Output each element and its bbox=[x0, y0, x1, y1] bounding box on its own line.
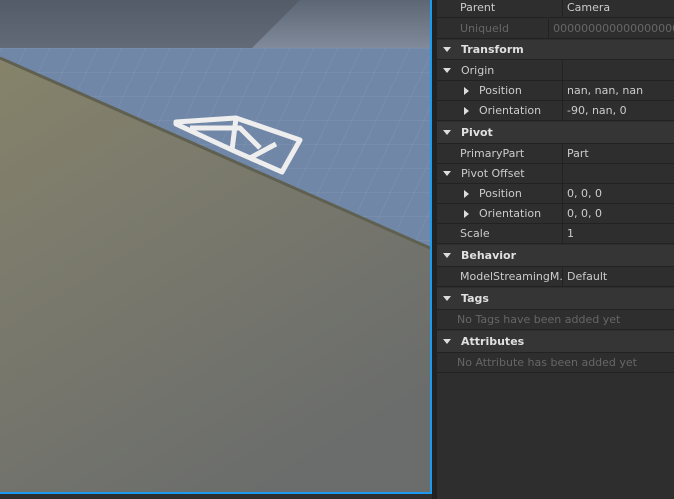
properties-panel: Parent Camera UniqueId 00000000000000000… bbox=[437, 0, 674, 499]
prop-name: PrimaryPart bbox=[437, 144, 563, 163]
section-label: Tags bbox=[461, 292, 489, 305]
section-label: Attributes bbox=[461, 335, 525, 348]
prop-name: Orientation bbox=[437, 101, 563, 120]
prop-label: Orientation bbox=[479, 104, 542, 117]
prop-label: Position bbox=[479, 187, 522, 200]
collapse-icon[interactable] bbox=[443, 68, 451, 73]
prop-label: Position bbox=[479, 84, 522, 97]
section-label: Transform bbox=[461, 43, 524, 56]
collapse-icon[interactable] bbox=[443, 171, 451, 176]
expand-icon[interactable] bbox=[464, 189, 469, 198]
prop-name: Pivot Offset bbox=[437, 164, 563, 183]
prop-name: Origin bbox=[437, 61, 563, 80]
section-tags[interactable]: Tags bbox=[437, 288, 674, 310]
prop-origin[interactable]: Origin bbox=[437, 61, 674, 81]
prop-name: Position bbox=[437, 81, 563, 100]
prop-name: Scale bbox=[437, 224, 563, 243]
section-transform[interactable]: Transform bbox=[437, 40, 674, 60]
section-behavior[interactable]: Behavior bbox=[437, 245, 674, 267]
prop-model-streaming-mode[interactable]: ModelStreamingM... Default bbox=[437, 267, 674, 287]
prop-name: ModelStreamingM... bbox=[437, 267, 563, 286]
prop-value[interactable]: Camera bbox=[563, 1, 610, 14]
expand-icon[interactable] bbox=[464, 106, 469, 115]
section-label: Behavior bbox=[461, 249, 517, 262]
prop-primary-part[interactable]: PrimaryPart Part bbox=[437, 144, 674, 164]
prop-label: Origin bbox=[461, 64, 495, 77]
prop-origin-orientation[interactable]: Orientation -90, nan, 0 bbox=[437, 101, 674, 121]
expand-icon[interactable] bbox=[464, 86, 469, 95]
tags-empty-message: No Tags have been added yet bbox=[437, 310, 674, 330]
prop-unique-id: UniqueId 00000000000000000000 bbox=[437, 19, 674, 39]
section-pivot[interactable]: Pivot bbox=[437, 122, 674, 144]
prop-name: Position bbox=[437, 184, 563, 203]
prop-value[interactable]: -90, nan, 0 bbox=[563, 104, 627, 117]
prop-value[interactable]: Part bbox=[563, 147, 589, 160]
prop-value: 00000000000000000000 bbox=[553, 22, 674, 35]
prop-name: UniqueId bbox=[437, 19, 550, 38]
prop-value[interactable]: 0, 0, 0 bbox=[563, 207, 602, 220]
collapse-icon[interactable] bbox=[443, 47, 451, 52]
collapse-icon[interactable] bbox=[443, 339, 451, 344]
prop-pivot-position[interactable]: Position 0, 0, 0 bbox=[437, 184, 674, 204]
prop-value[interactable]: 1 bbox=[563, 227, 574, 240]
prop-name: Orientation bbox=[437, 204, 563, 223]
collapse-icon[interactable] bbox=[443, 253, 451, 258]
section-label: Pivot bbox=[461, 126, 493, 139]
attributes-empty-message: No Attribute has been added yet bbox=[437, 353, 674, 373]
collapse-icon[interactable] bbox=[443, 130, 451, 135]
prop-pivot-orientation[interactable]: Orientation 0, 0, 0 bbox=[437, 204, 674, 224]
3d-viewport[interactable] bbox=[0, 0, 432, 494]
prop-pivot-offset[interactable]: Pivot Offset bbox=[437, 164, 674, 184]
prop-label: Orientation bbox=[479, 207, 542, 220]
prop-parent[interactable]: Parent Camera bbox=[437, 0, 674, 18]
prop-value[interactable]: Default bbox=[563, 270, 607, 283]
prop-value[interactable]: nan, nan, nan bbox=[563, 84, 643, 97]
prop-name: Parent bbox=[437, 0, 563, 17]
prop-value[interactable]: 0, 0, 0 bbox=[563, 187, 602, 200]
prop-scale[interactable]: Scale 1 bbox=[437, 224, 674, 244]
collapse-icon[interactable] bbox=[443, 296, 451, 301]
expand-icon[interactable] bbox=[464, 209, 469, 218]
prop-label: Pivot Offset bbox=[461, 167, 525, 180]
prop-origin-position[interactable]: Position nan, nan, nan bbox=[437, 81, 674, 101]
section-attributes[interactable]: Attributes bbox=[437, 331, 674, 353]
